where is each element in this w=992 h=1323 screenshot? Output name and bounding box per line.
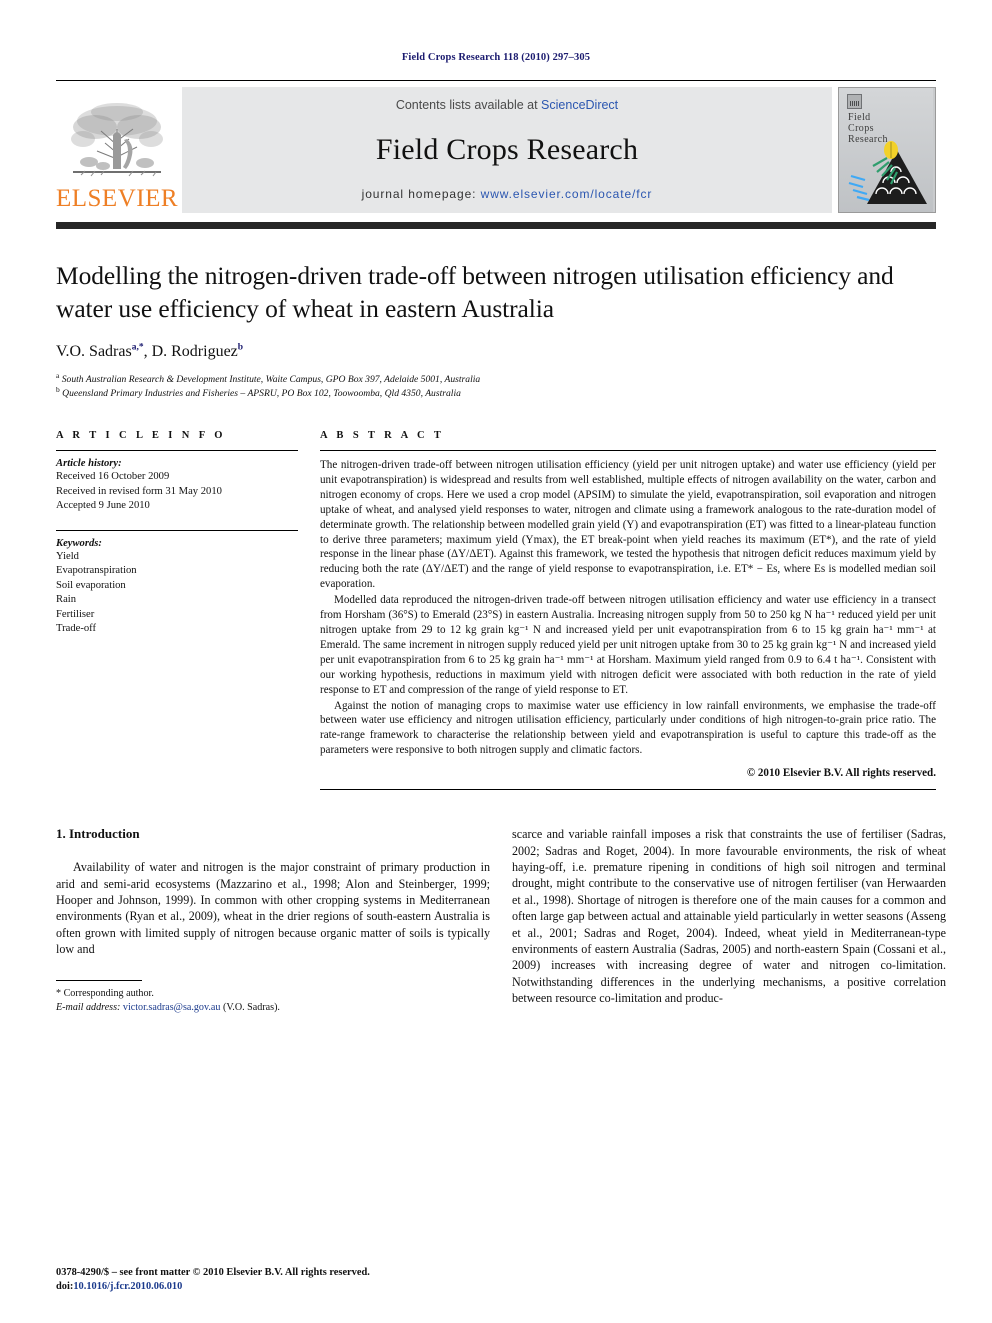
abstract-copyright: © 2010 Elsevier B.V. All rights reserved… bbox=[746, 767, 936, 780]
journal-homepage-line: journal homepage: www.elsevier.com/locat… bbox=[362, 187, 653, 201]
homepage-url-link[interactable]: www.elsevier.com/locate/fcr bbox=[481, 187, 653, 201]
body-left-column: 1. Introduction Availability of water an… bbox=[56, 826, 490, 1015]
introduction-paragraph-right: scarce and variable rainfall imposes a r… bbox=[512, 827, 946, 1006]
info-and-abstract: A R T I C L E I N F O Article history: R… bbox=[56, 430, 936, 798]
footnote-divider bbox=[56, 979, 142, 981]
footnote-area: * Corresponding author. E-mail address: … bbox=[56, 979, 490, 1015]
author-1: V.O. Sadras bbox=[56, 343, 132, 360]
keywords-label: Keywords: bbox=[56, 537, 102, 549]
title-block: Modelling the nitrogen-driven trade-off … bbox=[56, 259, 936, 400]
affiliation-b-marker: b bbox=[56, 384, 60, 394]
article-info-column: A R T I C L E I N F O Article history: R… bbox=[56, 430, 298, 798]
affiliation-b: b Queensland Primary Industries and Fish… bbox=[56, 384, 936, 401]
cover-title-line-1: Field bbox=[848, 112, 871, 123]
section-heading-introduction: 1. Introduction bbox=[56, 826, 140, 842]
abstract-paragraph-3: Against the notion of managing crops to … bbox=[320, 699, 936, 757]
affiliation-a-marker: a bbox=[56, 370, 60, 380]
article-info-rule bbox=[56, 450, 298, 451]
elsevier-wordmark: ELSEVIER bbox=[55, 185, 179, 212]
email-label: E-mail address: bbox=[56, 1001, 121, 1013]
keyword-item: Rain bbox=[56, 594, 77, 605]
sciencedirect-link[interactable]: ScienceDirect bbox=[541, 98, 618, 112]
journal-cover-thumbnail: Field Crops Research bbox=[838, 87, 936, 213]
email-owner: (V.O. Sadras). bbox=[222, 1001, 280, 1013]
cover-title-line-3: Research bbox=[848, 134, 888, 145]
author-list: V.O. Sadrasa,*, D. Rodriguezb bbox=[56, 343, 936, 361]
keywords-rule bbox=[56, 529, 298, 531]
contents-prefix: Contents lists available at bbox=[395, 98, 542, 112]
email-link[interactable]: victor.sadras@sa.gov.au bbox=[123, 1002, 221, 1013]
masthead-bottom-rule bbox=[56, 222, 936, 229]
journal-title: Field Crops Research bbox=[375, 132, 639, 166]
imprint-footer: 0378-4290/$ – see front matter © 2010 El… bbox=[56, 1266, 370, 1295]
keyword-item: Evapotranspiration bbox=[56, 565, 137, 576]
keywords-block: Keywords: Yield Evapotranspiration Soil … bbox=[56, 529, 298, 637]
masthead-center-band: Contents lists available at ScienceDirec… bbox=[182, 87, 832, 213]
doi-label: doi: bbox=[56, 1281, 74, 1293]
author-2: , D. Rodriguez bbox=[143, 343, 238, 360]
page-title: Modelling the nitrogen-driven trade-off … bbox=[56, 261, 894, 323]
body-columns: 1. Introduction Availability of water an… bbox=[56, 826, 946, 1015]
affiliations: a South Australian Research & Developmen… bbox=[56, 370, 936, 401]
author-1-affil-marker: a,* bbox=[131, 342, 144, 353]
author-2-affil-marker: b bbox=[237, 342, 244, 353]
article-history-received: Received 16 October 2009 bbox=[56, 471, 170, 482]
abstract-bottom-rule bbox=[320, 789, 936, 791]
affiliation-a-text: South Australian Research & Development … bbox=[61, 374, 481, 385]
abstract-column: A B S T R A C T The nitrogen-driven trad… bbox=[320, 430, 936, 798]
affiliation-b-text: Queensland Primary Industries and Fisher… bbox=[62, 387, 461, 399]
corresponding-author-note: * Corresponding author. bbox=[56, 987, 154, 999]
doi-link[interactable]: 10.1016/j.fcr.2010.06.010 bbox=[73, 1281, 182, 1292]
keyword-item: Soil evaporation bbox=[56, 579, 126, 591]
body-right-column: scarce and variable rainfall imposes a r… bbox=[512, 826, 946, 1015]
article-info-heading: A R T I C L E I N F O bbox=[56, 430, 226, 441]
running-head: Field Crops Research 118 (2010) 297–305 bbox=[401, 52, 591, 63]
keyword-item: Trade-off bbox=[56, 623, 97, 634]
email-note: E-mail address: victor.sadras@sa.gov.au … bbox=[56, 1001, 490, 1015]
cover-publisher-mark-icon bbox=[847, 94, 862, 109]
affiliation-a: a South Australian Research & Developmen… bbox=[56, 370, 936, 387]
abstract-heading: A B S T R A C T bbox=[320, 430, 445, 441]
article-history-label: Article history: bbox=[56, 458, 122, 469]
article-history-accepted: Accepted 9 June 2010 bbox=[56, 500, 150, 511]
doi-line: doi:10.1016/j.fcr.2010.06.010 bbox=[56, 1280, 370, 1295]
introduction-paragraph-left: Availability of water and nitrogen is th… bbox=[56, 860, 490, 957]
keyword-item: Fertiliser bbox=[56, 608, 95, 620]
elsevier-logo-block: ELSEVIER bbox=[56, 87, 178, 213]
elsevier-tree-icon bbox=[67, 99, 167, 185]
homepage-label: journal homepage: bbox=[361, 187, 477, 201]
keyword-item: Yield bbox=[56, 550, 79, 562]
cover-title-line-2: Crops bbox=[848, 123, 874, 134]
cover-journal-title: Field Crops Research bbox=[848, 112, 888, 145]
article-history-revised: Received in revised form 31 May 2010 bbox=[56, 485, 222, 497]
journal-article-page: Field Crops Research 118 (2010) 297–305 bbox=[0, 0, 992, 1323]
abstract-rule bbox=[320, 450, 936, 451]
contents-available-line: Contents lists available at ScienceDirec… bbox=[396, 98, 618, 112]
issn-line: 0378-4290/$ – see front matter © 2010 El… bbox=[56, 1266, 370, 1278]
abstract-paragraph-2: Modelled data reproduced the nitrogen-dr… bbox=[320, 594, 936, 696]
journal-masthead: ELSEVIER Contents lists available at Sci… bbox=[56, 80, 936, 213]
abstract-paragraph-1: The nitrogen-driven trade-off between ni… bbox=[320, 459, 936, 591]
